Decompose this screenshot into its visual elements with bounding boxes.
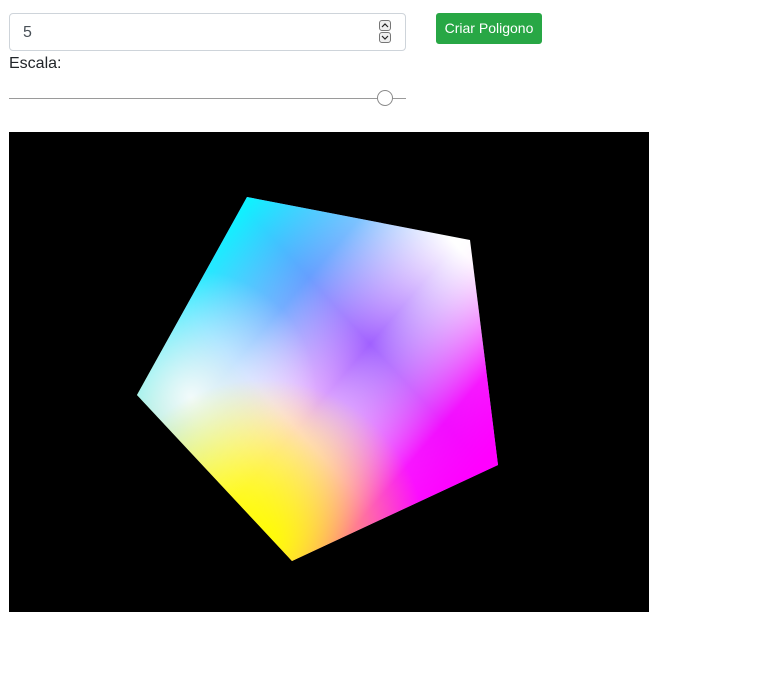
decrement-button[interactable] [379,32,391,43]
slider-thumb[interactable] [377,90,394,106]
chevron-up-icon [381,23,389,28]
create-polygon-button[interactable]: Criar Poligono [436,13,542,44]
number-spinner[interactable] [379,19,393,45]
scale-slider[interactable] [9,89,406,109]
pentagon-overlay-yellow [137,197,498,561]
polygon-render [137,197,498,561]
chevron-down-icon [381,35,389,40]
page: 5 Criar Poligono Escala: [0,0,768,678]
polygon-canvas[interactable] [9,132,649,612]
scale-label: Escala: [9,55,62,72]
sides-number-input[interactable]: 5 [9,13,406,51]
increment-button[interactable] [379,20,391,31]
slider-track[interactable] [9,98,406,99]
sides-value[interactable]: 5 [23,24,32,42]
